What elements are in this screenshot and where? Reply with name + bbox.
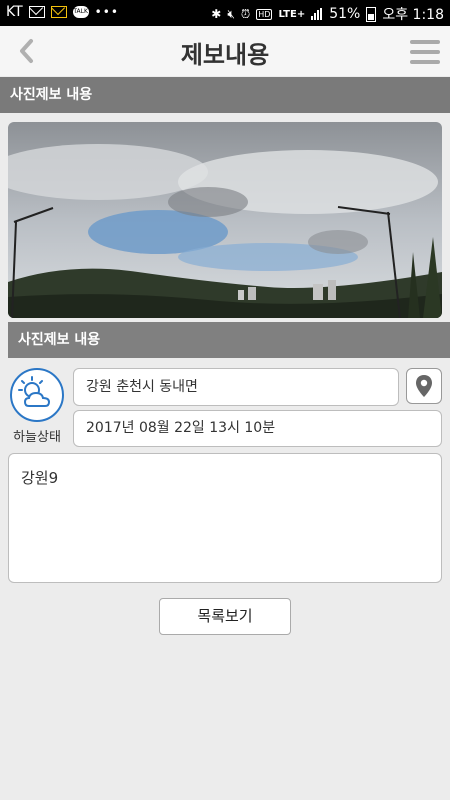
detail-section-label: 사진제보 내용 xyxy=(18,332,101,348)
photo-section-label: 사진제보 내용 xyxy=(10,87,93,103)
list-view-button[interactable]: 목록보기 xyxy=(159,598,291,635)
talk-icon: TALK xyxy=(72,6,89,18)
memo-field: 강원9 xyxy=(8,453,442,583)
clock: 오후 1:18 xyxy=(382,7,444,23)
page-title: 제보내용 xyxy=(180,41,270,69)
sky-status-label: 하늘상태 xyxy=(13,430,61,445)
photo-section-header: 사진제보 내용 xyxy=(0,77,450,113)
location-field: 강원 춘천시 동내면 xyxy=(73,368,399,406)
datetime-field: 2017년 08월 22일 13시 10분 xyxy=(73,410,442,447)
status-bar: KT TALK ••• ✱ 🔇︎ ⏰︎ HD LTE+ 51% 오후 1:18 xyxy=(0,0,450,26)
more-icon: ••• xyxy=(94,5,119,19)
app-bar: 제보내용 xyxy=(0,26,450,76)
alarm-icon: ⏰︎ xyxy=(240,6,251,21)
bluetooth-icon: ✱ xyxy=(211,7,222,21)
hd-icon: HD xyxy=(256,8,273,20)
mail-icon xyxy=(50,6,67,18)
mute-icon: 🔇︎ xyxy=(227,6,235,21)
hamburger-menu-icon[interactable] xyxy=(410,40,440,64)
network-label: LTE+ xyxy=(278,8,306,20)
signal-icon xyxy=(311,8,323,20)
report-photo[interactable] xyxy=(8,122,442,318)
detail-section-header: 사진제보 내용 xyxy=(8,322,450,358)
mail-icon xyxy=(28,6,45,18)
map-pin-icon[interactable] xyxy=(406,368,442,404)
battery-percent: 51% xyxy=(329,6,361,22)
battery-icon xyxy=(366,6,377,22)
partly-cloudy-icon xyxy=(10,368,64,422)
carrier-label: KT xyxy=(6,4,23,20)
